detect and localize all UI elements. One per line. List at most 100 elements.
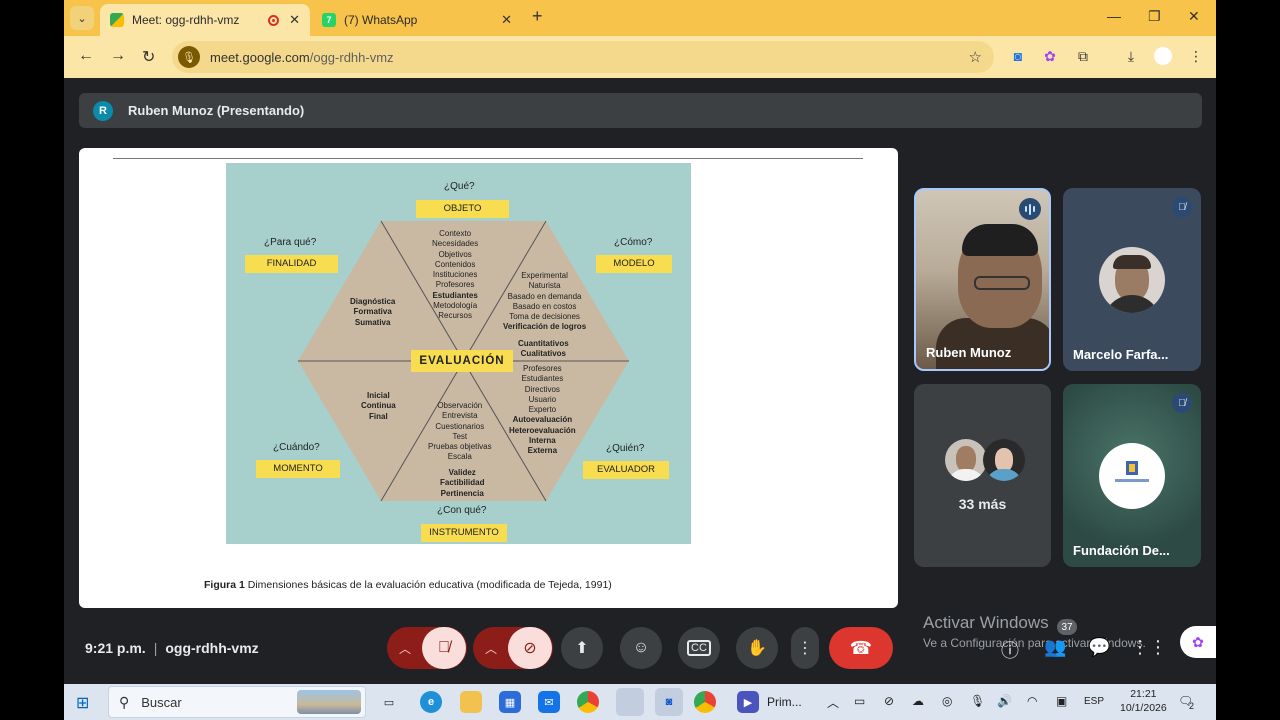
chrome-profile-icon[interactable] [694, 691, 716, 713]
gemini-button[interactable]: ✿ [1180, 626, 1216, 658]
back-arrow-icon[interactable]: ← [78, 47, 94, 65]
captions-button[interactable]: CC [678, 627, 720, 669]
microphone-indicator-icon[interactable]: 🎙 [178, 46, 200, 68]
close-tab-icon[interactable]: ✕ [501, 12, 512, 28]
list-cuantitativos: Cuantitativos Cualitativos [518, 339, 569, 359]
windows-taskbar: ⊞ ⚲ Buscar ▭ e ▦ ✉ ◙ ▶ Prim... ︿ ▭ ⊘ ☁ ◎… [64, 684, 1216, 720]
list-instrumento: Observación Entrevista Cuestionarios Test P… [428, 401, 492, 462]
list-criterios: Validez Factibilidad Pertinencia [440, 468, 485, 498]
question-quien: ¿Quién? [606, 443, 645, 454]
camera-options-chevron-icon[interactable]: ︿ [474, 640, 508, 657]
windows-start-icon[interactable]: ⊞ [76, 693, 89, 713]
restore-icon[interactable]: ❐ [1148, 8, 1161, 25]
more-options-button[interactable]: ⋮ [791, 627, 819, 669]
chat-icon[interactable]: 💬 [1088, 637, 1110, 658]
participant-name: Fundación De... [1073, 543, 1170, 558]
camera-tray-icon[interactable]: ◎ [942, 694, 952, 708]
chrome-icon[interactable] [577, 691, 599, 713]
microphone-tray-icon[interactable]: 🎙 [970, 694, 985, 708]
meeting-clock: 9:21 p.m. | ogg-rdhh-vmz [85, 640, 259, 656]
mic-toggle-button[interactable]: 🎙̸ [422, 627, 466, 669]
taskbar-search-box[interactable]: ⚲ Buscar [108, 686, 366, 718]
battery-icon[interactable]: ▭ [854, 694, 865, 708]
presenter-avatar: R [93, 100, 113, 121]
more-participants-label: 33 más [958, 496, 1007, 512]
hangup-phone-icon: ☎ [849, 637, 873, 658]
file-explorer-icon[interactable] [460, 691, 482, 713]
close-window-icon[interactable]: ✕ [1188, 8, 1200, 25]
windows-activation-title: Activar Windows [923, 613, 1049, 632]
onedrive-icon[interactable]: ☁ [912, 694, 924, 708]
language-indicator[interactable]: ESP [1084, 696, 1104, 707]
mic-off-icon: 🎙̸ [438, 639, 450, 656]
captions-icon: CC [687, 640, 711, 656]
participant-count-badge: 37 [1057, 619, 1077, 635]
address-bar[interactable]: 🎙 meet.google.com/ogg-rdhh-vmz ☆ [172, 41, 994, 73]
reactions-button[interactable]: ☺ [620, 627, 662, 669]
task-view-icon[interactable]: ▭ [378, 691, 400, 713]
evaluation-dimensions-diagram: ¿Qué? OBJETO ¿Para qué? FINALIDAD ¿Cómo?… [226, 163, 691, 544]
mail-icon[interactable]: ✉ [538, 691, 560, 713]
forward-arrow-icon[interactable]: → [110, 47, 126, 65]
new-tab-icon[interactable]: + [532, 6, 543, 27]
app-video-icon[interactable]: ▶ [737, 691, 759, 713]
mic-options-chevron-icon[interactable]: ︿ [388, 640, 422, 657]
raise-hand-button[interactable]: ✋ [736, 627, 778, 669]
tab-title: Meet: ogg-rdhh-vmz [132, 13, 240, 27]
list-objeto: Contexto Necesidades Objetivos Contenidos I… [432, 229, 479, 321]
presenter-label: Ruben Munoz (Presentando) [128, 103, 305, 118]
meeting-info-icon[interactable]: ⓘ [1001, 637, 1019, 663]
notification-count-badge: 2 [1189, 701, 1195, 711]
store-icon[interactable]: ▦ [499, 691, 521, 713]
wifi-icon[interactable]: ◠ [1027, 694, 1037, 708]
box-evaluador: EVALUADOR [583, 461, 669, 479]
profile-avatar[interactable] [1154, 47, 1172, 65]
mic-off-icon: 🎙̸ [1172, 393, 1192, 413]
kebab-menu-icon[interactable]: ⋮ [1188, 48, 1204, 64]
meet-app-icon[interactable]: ◙ [655, 688, 683, 716]
avatar [983, 439, 1025, 481]
question-con-que: ¿Con qué? [437, 505, 487, 516]
slide-divider [113, 158, 863, 159]
camera-toggle-button[interactable]: ⊘ [508, 627, 552, 669]
extensions-puzzle-icon[interactable]: ⧉ [1075, 48, 1091, 64]
minimize-icon[interactable]: — [1107, 8, 1121, 24]
tab-search-button[interactable]: ⌄ [70, 6, 94, 30]
avatar [945, 439, 987, 481]
question-como: ¿Cómo? [614, 237, 653, 248]
close-tab-icon[interactable]: ✕ [289, 12, 300, 28]
chevron-down-icon: ⌄ [77, 12, 87, 25]
leave-call-button[interactable]: ☎ [829, 627, 893, 669]
bookmark-star-icon[interactable]: ☆ [969, 48, 982, 66]
present-button[interactable]: ⬆ [561, 627, 603, 669]
participant-tile-ruben[interactable]: Ruben Munoz [914, 188, 1051, 371]
participant-tile-fundacion[interactable]: 🎙̸ Fundación De... [1063, 384, 1201, 567]
edge-icon[interactable]: e [420, 691, 442, 713]
windows-activation-subtitle: Ve a Configuración para activar Windows. [923, 636, 1146, 650]
emoji-icon: ☺ [632, 639, 650, 656]
participant-tile-more[interactable]: 33 más [914, 384, 1051, 567]
volume-icon[interactable]: 🔊 [997, 694, 1012, 708]
list-modelo: Experimental Naturista Basado en demanda B… [503, 271, 587, 332]
download-icon[interactable]: ⤓ [1123, 48, 1139, 64]
activities-grid-icon[interactable]: ⋮⋮ [1131, 637, 1167, 658]
list-finalidad: Diagnóstica Formativa Sumativa [350, 297, 396, 327]
avatar [1099, 443, 1165, 509]
url-text: meet.google.com/ogg-rdhh-vmz [210, 49, 394, 65]
people-icon[interactable]: 👥 [1044, 637, 1066, 658]
chrome-active-icon[interactable] [616, 688, 644, 716]
screen-share-indicator-icon[interactable]: ◙ [1010, 48, 1026, 64]
present-screen-icon: ⬆ [575, 640, 589, 657]
participant-tile-marcelo[interactable]: 🎙̸ Marcelo Farfa... [1063, 188, 1201, 371]
tab-meet[interactable]: Meet: ogg-rdhh-vmz ✕ [100, 4, 310, 36]
display-icon[interactable]: ▣ [1056, 694, 1067, 708]
taskbar-clock[interactable]: 21:21 10/1/2026 [1120, 687, 1167, 715]
tab-whatsapp[interactable]: 7 (7) WhatsApp ✕ [312, 4, 522, 36]
reload-icon[interactable]: ↻ [142, 47, 155, 67]
meet-favicon-icon [110, 13, 124, 27]
extension-gem-icon[interactable]: ✿ [1042, 48, 1058, 64]
mic-off-icon: 🎙̸ [1172, 197, 1192, 217]
tray-overflow-chevron-icon[interactable]: ︿ [827, 694, 839, 711]
network-off-icon[interactable]: ⊘ [884, 694, 894, 708]
taskbar-app-label[interactable]: Prim... [767, 695, 802, 709]
